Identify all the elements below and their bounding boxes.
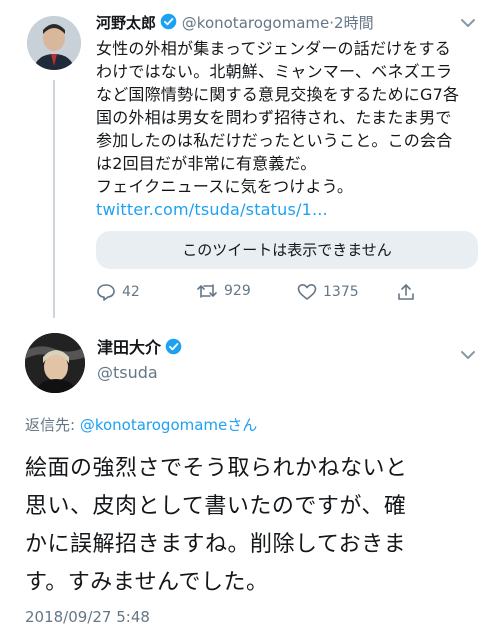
avatar-photo-icon: [27, 16, 81, 70]
more-options-button[interactable]: [460, 14, 476, 33]
retweet-count: 929: [224, 283, 251, 299]
reply-to-label: 返信先:: [25, 416, 80, 434]
tweet-text-line: は2回目だが非常に有意義だ。: [96, 154, 317, 173]
tweet-time[interactable]: 2時間: [334, 14, 374, 32]
avatar[interactable]: [25, 333, 85, 393]
author-name[interactable]: 河野太郎: [96, 14, 156, 32]
tweet-body: 女性の外相が集まってジェンダーの話だけをする わけではない。北朝鮮、ミャンマー、…: [96, 37, 491, 221]
tweet-text-line: 思い、皮肉として書いたのですが、確: [25, 494, 407, 519]
reply-to-handle[interactable]: @konotarogomameさん: [80, 416, 257, 434]
reply-icon: [97, 284, 115, 301]
tweet-text-line: かに誤解招きますね。削除しておきま: [25, 532, 407, 557]
reply-author-name-row: 津田大介: [97, 337, 182, 359]
unavailable-tweet-notice: このツイートは表示できません: [96, 231, 478, 269]
verified-badge-icon: [160, 13, 177, 30]
tweet-body: 絵面の強烈さでそう取られかねないと 思い、皮肉として書いたのですが、確 かに誤解…: [25, 450, 495, 602]
like-count: 1375: [323, 284, 359, 300]
tweet-link[interactable]: twitter.com/tsuda/status/1...: [96, 198, 491, 221]
tweet-header: 河野太郎 @konotarogomame·2時間: [96, 12, 488, 34]
chevron-down-icon: [461, 19, 475, 27]
reply-count: 42: [122, 284, 140, 300]
reply-button[interactable]: 42: [96, 283, 140, 301]
more-options-button[interactable]: [460, 346, 476, 365]
thread-line: [53, 80, 55, 318]
retweet-button[interactable]: 929: [196, 283, 251, 299]
share-button[interactable]: [397, 283, 421, 301]
author-handle[interactable]: @konotarogomame: [182, 14, 329, 32]
avatar-photo-icon: [25, 333, 85, 393]
author-handle[interactable]: @tsuda: [97, 362, 158, 384]
tweet-text-line: 女性の外相が集まってジェンダーの話だけをする: [96, 39, 451, 58]
tweet-text-line: 国の外相は男女を問わず招待され、たまたま男で: [96, 108, 452, 127]
tweet-text-line: 参加したのは私だけだったということ。この会合: [96, 131, 453, 150]
share-icon: [398, 284, 414, 300]
tweet-text-line: す。すみませんでした。: [25, 570, 269, 595]
tweet-timestamp[interactable]: 2018/09/27 5:48: [25, 606, 150, 628]
tweet-text-line: など国際情勢に関する意見交換をするためにG7各: [96, 85, 460, 104]
chevron-down-icon: [461, 351, 475, 359]
verified-badge-icon: [165, 338, 182, 355]
author-name[interactable]: 津田大介: [97, 338, 161, 357]
tweet-text-line: わけではない。北朝鮮、ミャンマー、ベネズエラ: [96, 62, 453, 81]
tweet-text-line: フェイクニュースに気をつけよう。: [96, 177, 354, 196]
reply-to-line: 返信先: @konotarogomameさん: [25, 414, 257, 436]
tweet-text-line: 絵面の強烈さでそう取られかねないと: [25, 456, 408, 481]
heart-icon: [297, 284, 317, 300]
avatar[interactable]: [27, 16, 81, 70]
retweet-icon: [197, 284, 217, 298]
like-button[interactable]: 1375: [297, 283, 359, 301]
